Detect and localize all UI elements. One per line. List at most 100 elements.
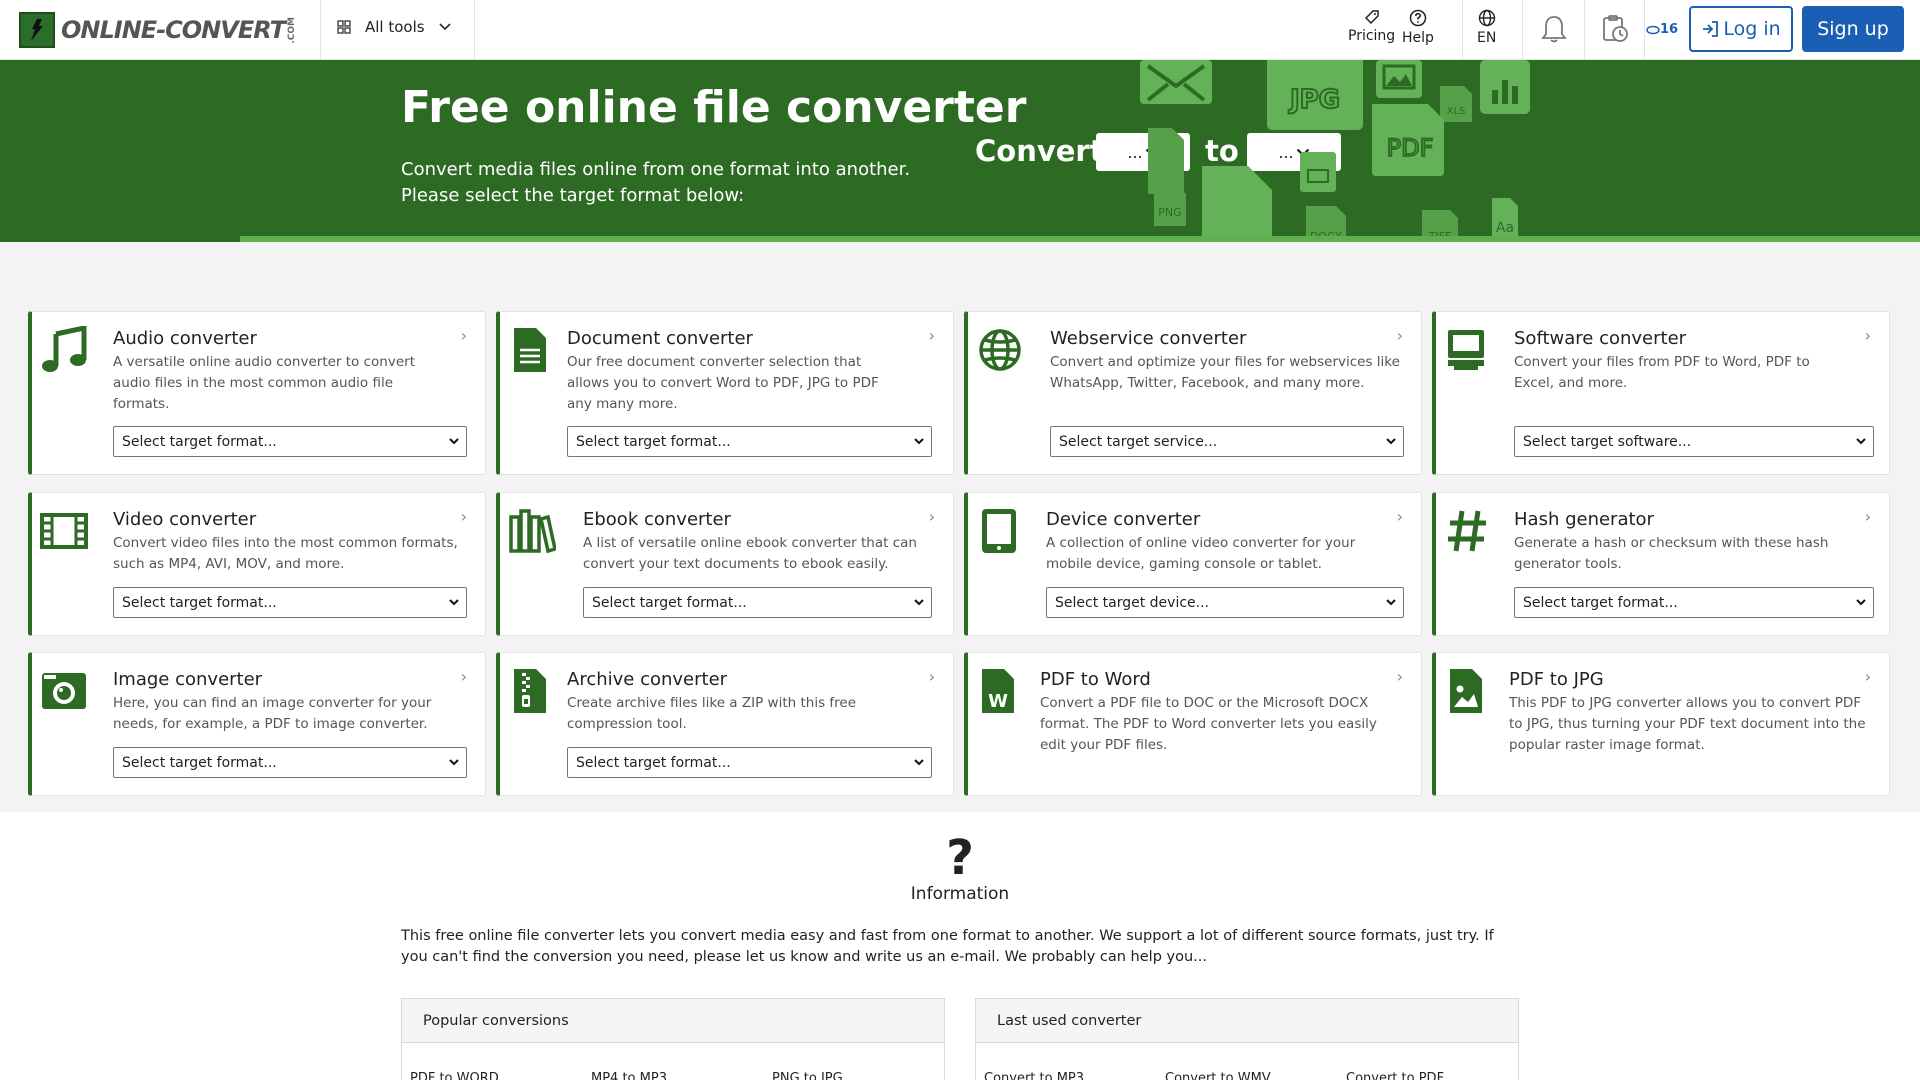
card-video-converter[interactable]: Video converter Convert video files into… [28, 492, 486, 636]
popular-link[interactable]: MP4 to MP3 [591, 1071, 772, 1080]
deco-label-jpg: JPG [1288, 85, 1340, 115]
chevron-down-icon [914, 438, 924, 445]
logo-text: ONLINE-CONVERT [61, 16, 286, 44]
document-format-select[interactable]: Select target format... [567, 426, 932, 457]
to-label: to [1205, 134, 1239, 168]
card-device-converter[interactable]: Device converter A collection of online … [964, 492, 1422, 636]
pricing-button[interactable]: Pricing [1348, 9, 1395, 44]
card-title: PDF to Word [1040, 669, 1151, 690]
card-webservice-converter[interactable]: Webservice converter Convert and optimiz… [964, 311, 1422, 475]
software-select[interactable]: Select target software... [1514, 426, 1874, 457]
chevron-down-icon [1386, 599, 1396, 606]
help-circle-icon [1409, 9, 1427, 27]
popular-link[interactable]: PDF to WORD [410, 1071, 591, 1080]
chevron-right-icon: › [460, 326, 467, 345]
doc-file-icon [1148, 128, 1184, 194]
credits-indicator[interactable]: 16 [1646, 22, 1678, 37]
audio-format-select[interactable]: Select target format... [113, 426, 467, 457]
card-title: Software converter [1514, 328, 1687, 349]
card-image-converter[interactable]: Image converter Here, you can find an im… [28, 652, 486, 796]
chevron-right-icon: › [928, 326, 935, 345]
to-format-value: ... [1278, 142, 1294, 162]
hero-banner: Free online file converter Convert media… [0, 60, 1920, 242]
card-title: Audio converter [113, 328, 257, 349]
history-button[interactable] [1600, 14, 1630, 48]
header-divider [1462, 0, 1463, 60]
card-document-converter[interactable]: Document converter Our free document con… [496, 311, 954, 475]
all-tools-label: All tools [365, 18, 425, 36]
card-title: Hash generator [1514, 509, 1654, 530]
hash-format-select[interactable]: Select target format... [1514, 587, 1874, 618]
card-archive-converter[interactable]: Archive converter Create archive files l… [496, 652, 954, 796]
chevron-right-icon: › [1396, 326, 1403, 345]
panel-title: Last used converter [976, 999, 1518, 1043]
card-ebook-converter[interactable]: Ebook converter A list of versatile onli… [496, 492, 954, 636]
jpg-file-icon: JPG [1267, 60, 1363, 130]
select-label: Select target format... [592, 594, 747, 611]
hero-subtitle: Convert media files online from one form… [401, 159, 911, 206]
panel-title: Popular conversions [402, 999, 944, 1043]
deco-label-font: Aa [1496, 220, 1514, 236]
select-label: Select target service... [1059, 433, 1218, 450]
card-title: Ebook converter [583, 509, 731, 530]
chevron-down-icon [1856, 438, 1866, 445]
site-logo[interactable]: ONLINE-CONVERT .COM [19, 12, 297, 48]
signup-button[interactable]: Sign up [1802, 6, 1904, 52]
pdf-file-icon: PDF [1372, 104, 1444, 176]
svg-text:W: W [988, 691, 1008, 712]
document-icon [514, 328, 546, 372]
deco-label-png: PNG [1158, 206, 1181, 219]
language-button[interactable]: EN [1477, 9, 1496, 46]
chevron-down-icon [914, 599, 924, 606]
device-select[interactable]: Select target device... [1046, 587, 1404, 618]
header-divider [1522, 0, 1523, 60]
chevron-right-icon: › [1864, 326, 1871, 345]
word-file-icon: W [982, 669, 1014, 713]
popular-link[interactable]: PNG to JPG [772, 1071, 953, 1080]
card-description: Convert and optimize your files for webs… [1050, 354, 1400, 391]
help-label: Help [1402, 30, 1434, 46]
envelope-icon [1140, 60, 1212, 104]
card-pdf-to-jpg[interactable]: PDF to JPG This PDF to JPG converter all… [1432, 652, 1890, 796]
card-pdf-to-word[interactable]: W PDF to Word Convert a PDF file to DOC … [964, 652, 1422, 796]
image-format-select[interactable]: Select target format... [113, 747, 467, 778]
last-used-link[interactable]: Convert to MP3 [984, 1071, 1165, 1080]
card-title: Document converter [567, 328, 753, 349]
convert-label: Convert [975, 134, 1104, 168]
hero-title: Free online file converter [401, 82, 1027, 133]
header-divider [320, 0, 321, 60]
help-button[interactable]: Help [1402, 9, 1434, 46]
ebook-format-select[interactable]: Select target format... [583, 587, 932, 618]
monitor-icon [1448, 330, 1484, 370]
chevron-right-icon: › [460, 667, 467, 686]
card-software-converter[interactable]: Software converter Convert your files fr… [1432, 311, 1890, 475]
popular-conversions-panel: Popular conversions PDF to WORD MP4 to M… [401, 998, 945, 1080]
card-description: A versatile online audio converter to co… [113, 354, 415, 412]
login-icon [1703, 21, 1719, 37]
png-file-icon: PNG [1154, 186, 1186, 226]
select-label: Select target format... [576, 433, 731, 450]
card-audio-converter[interactable]: Audio converter A versatile online audio… [28, 311, 486, 475]
video-format-select[interactable]: Select target format... [113, 587, 467, 618]
chevron-right-icon: › [460, 507, 467, 526]
logo-mark [19, 12, 55, 48]
last-used-link[interactable]: Convert to PDF [1346, 1071, 1527, 1080]
image-file-icon [1450, 669, 1482, 713]
grid-icon [337, 20, 351, 34]
card-title: Archive converter [567, 669, 728, 690]
webservice-select[interactable]: Select target service... [1050, 426, 1404, 457]
card-title: Video converter [113, 509, 257, 530]
globe-icon [979, 329, 1021, 371]
popular-links: PDF to WORD MP4 to MP3 PNG to JPG [410, 1071, 953, 1080]
archive-format-select[interactable]: Select target format... [567, 747, 932, 778]
all-tools-button[interactable]: All tools [337, 18, 451, 36]
card-hash-generator[interactable]: Hash generator Generate a hash or checks… [1432, 492, 1890, 636]
select-label: Select target format... [122, 754, 277, 771]
last-used-link[interactable]: Convert to WMV [1165, 1071, 1346, 1080]
login-button[interactable]: Log in [1689, 6, 1793, 52]
coin-icon [1646, 25, 1660, 34]
notifications-button[interactable] [1540, 14, 1568, 48]
books-icon [509, 509, 556, 554]
card-description: Convert a PDF file to DOC or the Microso… [1040, 695, 1377, 753]
chevron-down-icon [914, 759, 924, 766]
